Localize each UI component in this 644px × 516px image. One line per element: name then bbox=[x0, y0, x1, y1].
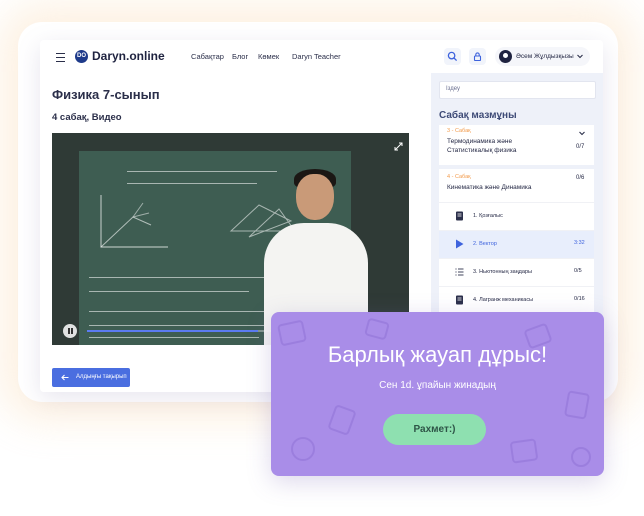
section-progress-count: 0/6 bbox=[576, 175, 585, 181]
lesson-name: 3. Ньютонның заңдары bbox=[473, 269, 532, 275]
success-modal: Барлық жауап дұрыс! Сен 1d. ұпайын жинад… bbox=[271, 312, 604, 476]
section-overline: 4 - Сабақ bbox=[447, 174, 471, 180]
play-icon bbox=[456, 239, 464, 249]
decorative-pattern bbox=[364, 317, 390, 341]
section-name: Термодинамика және bbox=[447, 138, 513, 145]
teacher-face bbox=[296, 174, 334, 220]
document-icon bbox=[456, 211, 463, 221]
chalk-line bbox=[89, 291, 249, 292]
lesson-name: 2. Вектор bbox=[473, 241, 497, 247]
chalk-line bbox=[127, 171, 277, 172]
previous-topic-label: Алдыңғы тақырып bbox=[76, 374, 127, 380]
pause-icon[interactable] bbox=[63, 324, 77, 338]
lesson-item-newton-laws[interactable]: 3. Ньютонның заңдары 0/5 bbox=[439, 258, 594, 286]
section-progress-count: 0/7 bbox=[576, 144, 585, 150]
search-icon bbox=[447, 51, 458, 62]
lesson-item-lagrange[interactable]: 4. Лагранж механикасы 0/16 bbox=[439, 286, 594, 314]
decorative-pattern bbox=[509, 438, 539, 464]
lesson-item-vector[interactable]: 2. Вектор 3:32 bbox=[439, 230, 594, 258]
chevron-down-icon[interactable] bbox=[578, 129, 586, 137]
chalk-line bbox=[89, 311, 289, 312]
document-icon bbox=[456, 295, 463, 305]
previous-topic-button[interactable]: Алдыңғы тақырып bbox=[52, 368, 130, 387]
video-progress-fill bbox=[87, 330, 258, 332]
top-navigation-bar: DO Daryn.online Сабақтар Блог Көмек Dary… bbox=[40, 40, 603, 74]
chalk-line bbox=[89, 277, 279, 278]
decorative-pattern bbox=[291, 437, 315, 461]
section-name: Кинематика және Динамика bbox=[447, 184, 532, 191]
decorative-pattern bbox=[571, 447, 591, 467]
modal-title: Барлық жауап дұрыс! bbox=[327, 342, 548, 367]
chalk-line bbox=[89, 325, 279, 326]
thanks-button[interactable]: Рахмет:) bbox=[383, 414, 486, 445]
modal-score-text: Сен 1d. ұпайын жинадың bbox=[379, 380, 496, 391]
logo-text[interactable]: Daryn.online bbox=[92, 49, 165, 63]
lesson-count: 0/16 bbox=[574, 296, 585, 302]
decorative-pattern bbox=[327, 404, 357, 436]
chalk-line bbox=[127, 183, 257, 184]
user-menu[interactable]: Әсем Жұлдызқызы bbox=[495, 47, 590, 66]
chalk-vector-diagram bbox=[100, 195, 168, 248]
arrow-left-icon bbox=[61, 374, 69, 381]
avatar bbox=[499, 50, 512, 63]
section-name-line2: Статистикалық физика bbox=[447, 147, 517, 154]
decorative-pattern bbox=[563, 390, 591, 420]
fullscreen-icon[interactable] bbox=[394, 142, 403, 151]
search-input-text: Іздеу bbox=[446, 86, 461, 92]
page-title: Физика 7-сынып bbox=[52, 87, 160, 102]
nav-item-teacher[interactable]: Daryn Teacher bbox=[292, 52, 341, 61]
lesson-name: 1. Қозғалыс bbox=[473, 213, 503, 219]
chalk-line bbox=[89, 337, 259, 338]
lesson-item-motion[interactable]: 1. Қозғалыс bbox=[439, 202, 594, 230]
section-lesson-4[interactable]: 4 - Сабақ Кинематика және Динамика 0/6 bbox=[439, 169, 594, 202]
course-contents-title: Сабақ мазмұны bbox=[439, 110, 517, 121]
section-overline: 3 - Сабақ bbox=[447, 128, 471, 134]
lock-button[interactable] bbox=[469, 48, 486, 65]
search-input[interactable]: Іздеу bbox=[439, 81, 596, 99]
list-icon bbox=[455, 268, 464, 276]
lesson-count: 0/5 bbox=[574, 268, 582, 274]
lesson-name: 4. Лагранж механикасы bbox=[473, 297, 534, 303]
nav-item-lessons[interactable]: Сабақтар bbox=[191, 52, 224, 61]
lesson-subtitle: 4 сабақ, Видео bbox=[52, 112, 122, 123]
logo-icon: DO bbox=[75, 50, 88, 63]
lesson-duration: 3:32 bbox=[574, 240, 585, 246]
lock-icon bbox=[473, 52, 482, 62]
chevron-down-icon bbox=[577, 54, 583, 59]
nav-item-help[interactable]: Көмек bbox=[258, 52, 279, 61]
section-lesson-3[interactable]: 3 - Сабақ Термодинамика және Статистикал… bbox=[439, 125, 594, 165]
search-button[interactable] bbox=[444, 48, 461, 65]
menu-icon[interactable] bbox=[56, 53, 65, 62]
nav-item-blog[interactable]: Блог bbox=[232, 52, 248, 61]
user-name: Әсем Жұлдызқызы bbox=[516, 53, 574, 60]
